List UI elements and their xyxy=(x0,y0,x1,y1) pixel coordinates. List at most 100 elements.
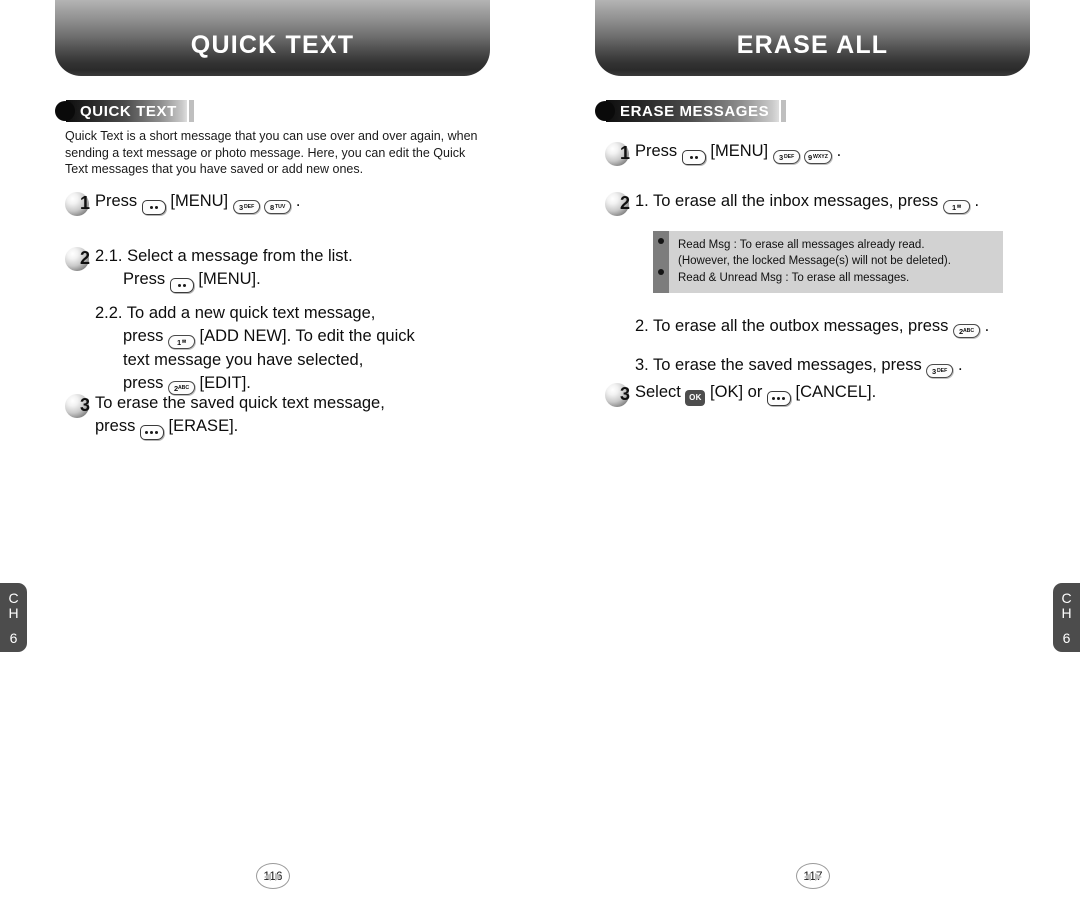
page-number-oval: 116 xyxy=(256,863,290,889)
step-bullet-sphere: 2 xyxy=(65,246,95,272)
left-section-badge: QUICK TEXT xyxy=(55,100,194,122)
left-page: QUICK TEXT QUICK TEXT Quick Text is a sh… xyxy=(55,0,490,917)
badge-bar: QUICK TEXT xyxy=(66,100,187,122)
step-bullet-sphere: 2 xyxy=(605,191,635,217)
page-wing-right-icon xyxy=(275,873,282,881)
right-step3-cancel-label: [CANCEL]. xyxy=(795,383,877,401)
right-step3-select-label: Select xyxy=(635,383,681,401)
chapter-tab-left: C H 6 xyxy=(0,583,27,652)
erase-options-note-box: Read Msg : To erase all messages already… xyxy=(653,231,1003,294)
badge-cap xyxy=(781,100,787,122)
right-step2-line1: 1. To erase all the inbox messages, pres… xyxy=(635,190,989,214)
left-step-1-line: Press [MENU] 3 DEF 8 TUV . xyxy=(95,190,301,215)
left-step3-erase-label: [ERASE]. xyxy=(168,417,239,435)
key-3-def-icon: 3 DEF xyxy=(231,199,261,214)
note-bullet-icon xyxy=(658,238,664,244)
step-bullet-sphere: 1 xyxy=(605,141,635,167)
right-step2-period2: . xyxy=(984,316,990,335)
step-bullet-sphere: 1 xyxy=(65,191,95,217)
key-2-abc-icon: 2 ABC xyxy=(952,324,981,338)
right-step3-ok-label: [OK] or xyxy=(710,383,763,401)
right-page-title: ERASE ALL xyxy=(736,31,889,59)
badge-cap xyxy=(188,100,194,122)
left-chapter-title-bar: QUICK TEXT xyxy=(55,0,490,76)
right-step1-press-label: Press xyxy=(635,142,678,160)
chapter-tab-c: C xyxy=(8,589,19,606)
left-step2-press3-label: press xyxy=(123,373,164,392)
left-step2-line2: Press [MENU]. xyxy=(95,268,415,293)
key-3-def-icon: 3 DEF xyxy=(771,149,801,164)
right-step2-line2: 2. To erase all the outbox messages, pre… xyxy=(635,315,990,338)
right-step-1: 1 Press [MENU] 3 DEF 9 WXYZ . xyxy=(605,140,841,167)
left-step3-press-label: press xyxy=(95,417,136,435)
step-number: 2 xyxy=(79,248,90,268)
right-step2-inbox-label: 1. To erase all the inbox messages, pres… xyxy=(635,192,939,210)
right-step2-period1: . xyxy=(974,192,980,210)
key-1-icon: 1 ✉ xyxy=(167,334,196,349)
note-line-1: Read Msg : To erase all messages already… xyxy=(678,239,925,251)
page-number-oval: 117 xyxy=(796,863,830,889)
right-step2-saved-label: 3. To erase the saved messages, press xyxy=(635,356,922,374)
left-section-label: QUICK TEXT xyxy=(80,102,177,120)
left-step2-press-label: Press xyxy=(123,270,166,288)
ok-key-icon: OK xyxy=(685,389,706,406)
note-bullet-icon xyxy=(658,269,664,275)
step-number: 2 xyxy=(619,193,630,213)
left-step-2-body: 2.1. Select a message from the list. Pre… xyxy=(95,245,415,395)
right-step-1-body: Press [MENU] 3 DEF 9 WXYZ . xyxy=(635,140,841,165)
left-intro-text: Quick Text is a short message that you c… xyxy=(65,129,478,176)
left-step2-line3: 2.2. To add a new quick text message, xyxy=(95,304,376,322)
right-section-badge: ERASE MESSAGES xyxy=(595,100,787,122)
chapter-tab-h: H xyxy=(8,604,19,621)
left-step1-period: . xyxy=(295,192,301,210)
left-step3-line2: press [ERASE]. xyxy=(95,415,385,440)
note-line-3: Read & Unread Msg : To erase all message… xyxy=(678,271,910,284)
right-step1-line: Press [MENU] 3 DEF 9 WXYZ . xyxy=(635,140,841,165)
note-bullet-rail xyxy=(653,231,669,294)
chapter-tab-c: C xyxy=(1061,589,1072,606)
left-page-title: QUICK TEXT xyxy=(190,31,355,59)
menu-softkey-icon xyxy=(141,200,166,215)
left-page-number: 116 xyxy=(243,863,303,889)
left-step2-line1: 2.1. Select a message from the list. xyxy=(95,247,353,265)
badge-dot-icon xyxy=(55,101,75,121)
page-wing-left-icon xyxy=(804,873,811,881)
left-step-3-body: To erase the saved quick text message, p… xyxy=(95,392,385,440)
right-chapter-title-bar: ERASE ALL xyxy=(595,0,1030,76)
step-number: 1 xyxy=(619,143,630,163)
left-step2-line4: press 1 ✉ [ADD NEW]. To edit the quick xyxy=(95,325,415,349)
left-step2-press2-label: press xyxy=(123,327,164,345)
step-number: 3 xyxy=(619,384,630,404)
left-step-1-body: Press [MENU] 3 DEF 8 TUV . xyxy=(95,190,301,215)
left-step2-edit-label: [EDIT]. xyxy=(199,373,251,392)
key-1-icon: 1 ✉ xyxy=(942,199,971,214)
cancel-softkey-icon xyxy=(766,391,791,406)
right-step2-period3: . xyxy=(957,356,963,374)
right-step1-menu-label: [MENU] xyxy=(710,142,769,160)
erase-softkey-icon xyxy=(139,425,164,440)
chapter-tab-number: 6 xyxy=(1062,629,1071,646)
badge-dot-icon xyxy=(595,101,615,121)
left-step-3: 3 To erase the saved quick text message,… xyxy=(65,392,385,440)
chapter-tab-number: 6 xyxy=(9,629,18,646)
chapter-tab-h: H xyxy=(1061,604,1072,621)
step-number: 3 xyxy=(79,395,90,415)
right-step2-outbox-label: 2. To erase all the outbox messages, pre… xyxy=(635,316,949,335)
left-step2-line5: text message you have selected, xyxy=(123,350,364,369)
left-step-1: 1 Press [MENU] 3 DEF 8 TUV . xyxy=(65,190,301,217)
page-wing-left-icon xyxy=(264,873,271,881)
left-step1-menu-label: [MENU] xyxy=(170,192,229,210)
right-step-3: 3 Select OK [OK] or [CANCEL]. xyxy=(605,381,876,408)
menu-softkey-icon xyxy=(169,278,194,293)
right-page-number: 117 xyxy=(783,863,843,889)
right-section-label: ERASE MESSAGES xyxy=(620,102,770,120)
left-step1-press-label: Press xyxy=(95,192,138,210)
badge-bar: ERASE MESSAGES xyxy=(606,100,780,122)
chapter-tab-right: C H 6 xyxy=(1053,583,1080,652)
key-8-tuv-icon: 8 TUV xyxy=(263,199,293,214)
page-wing-right-icon xyxy=(815,873,822,881)
key-9-wxyz-icon: 9 WXYZ xyxy=(803,149,833,164)
key-3-def-icon: 3 DEF xyxy=(925,363,955,378)
left-step-2: 2 2.1. Select a message from the list. P… xyxy=(65,245,415,395)
menu-softkey-icon xyxy=(681,150,706,165)
